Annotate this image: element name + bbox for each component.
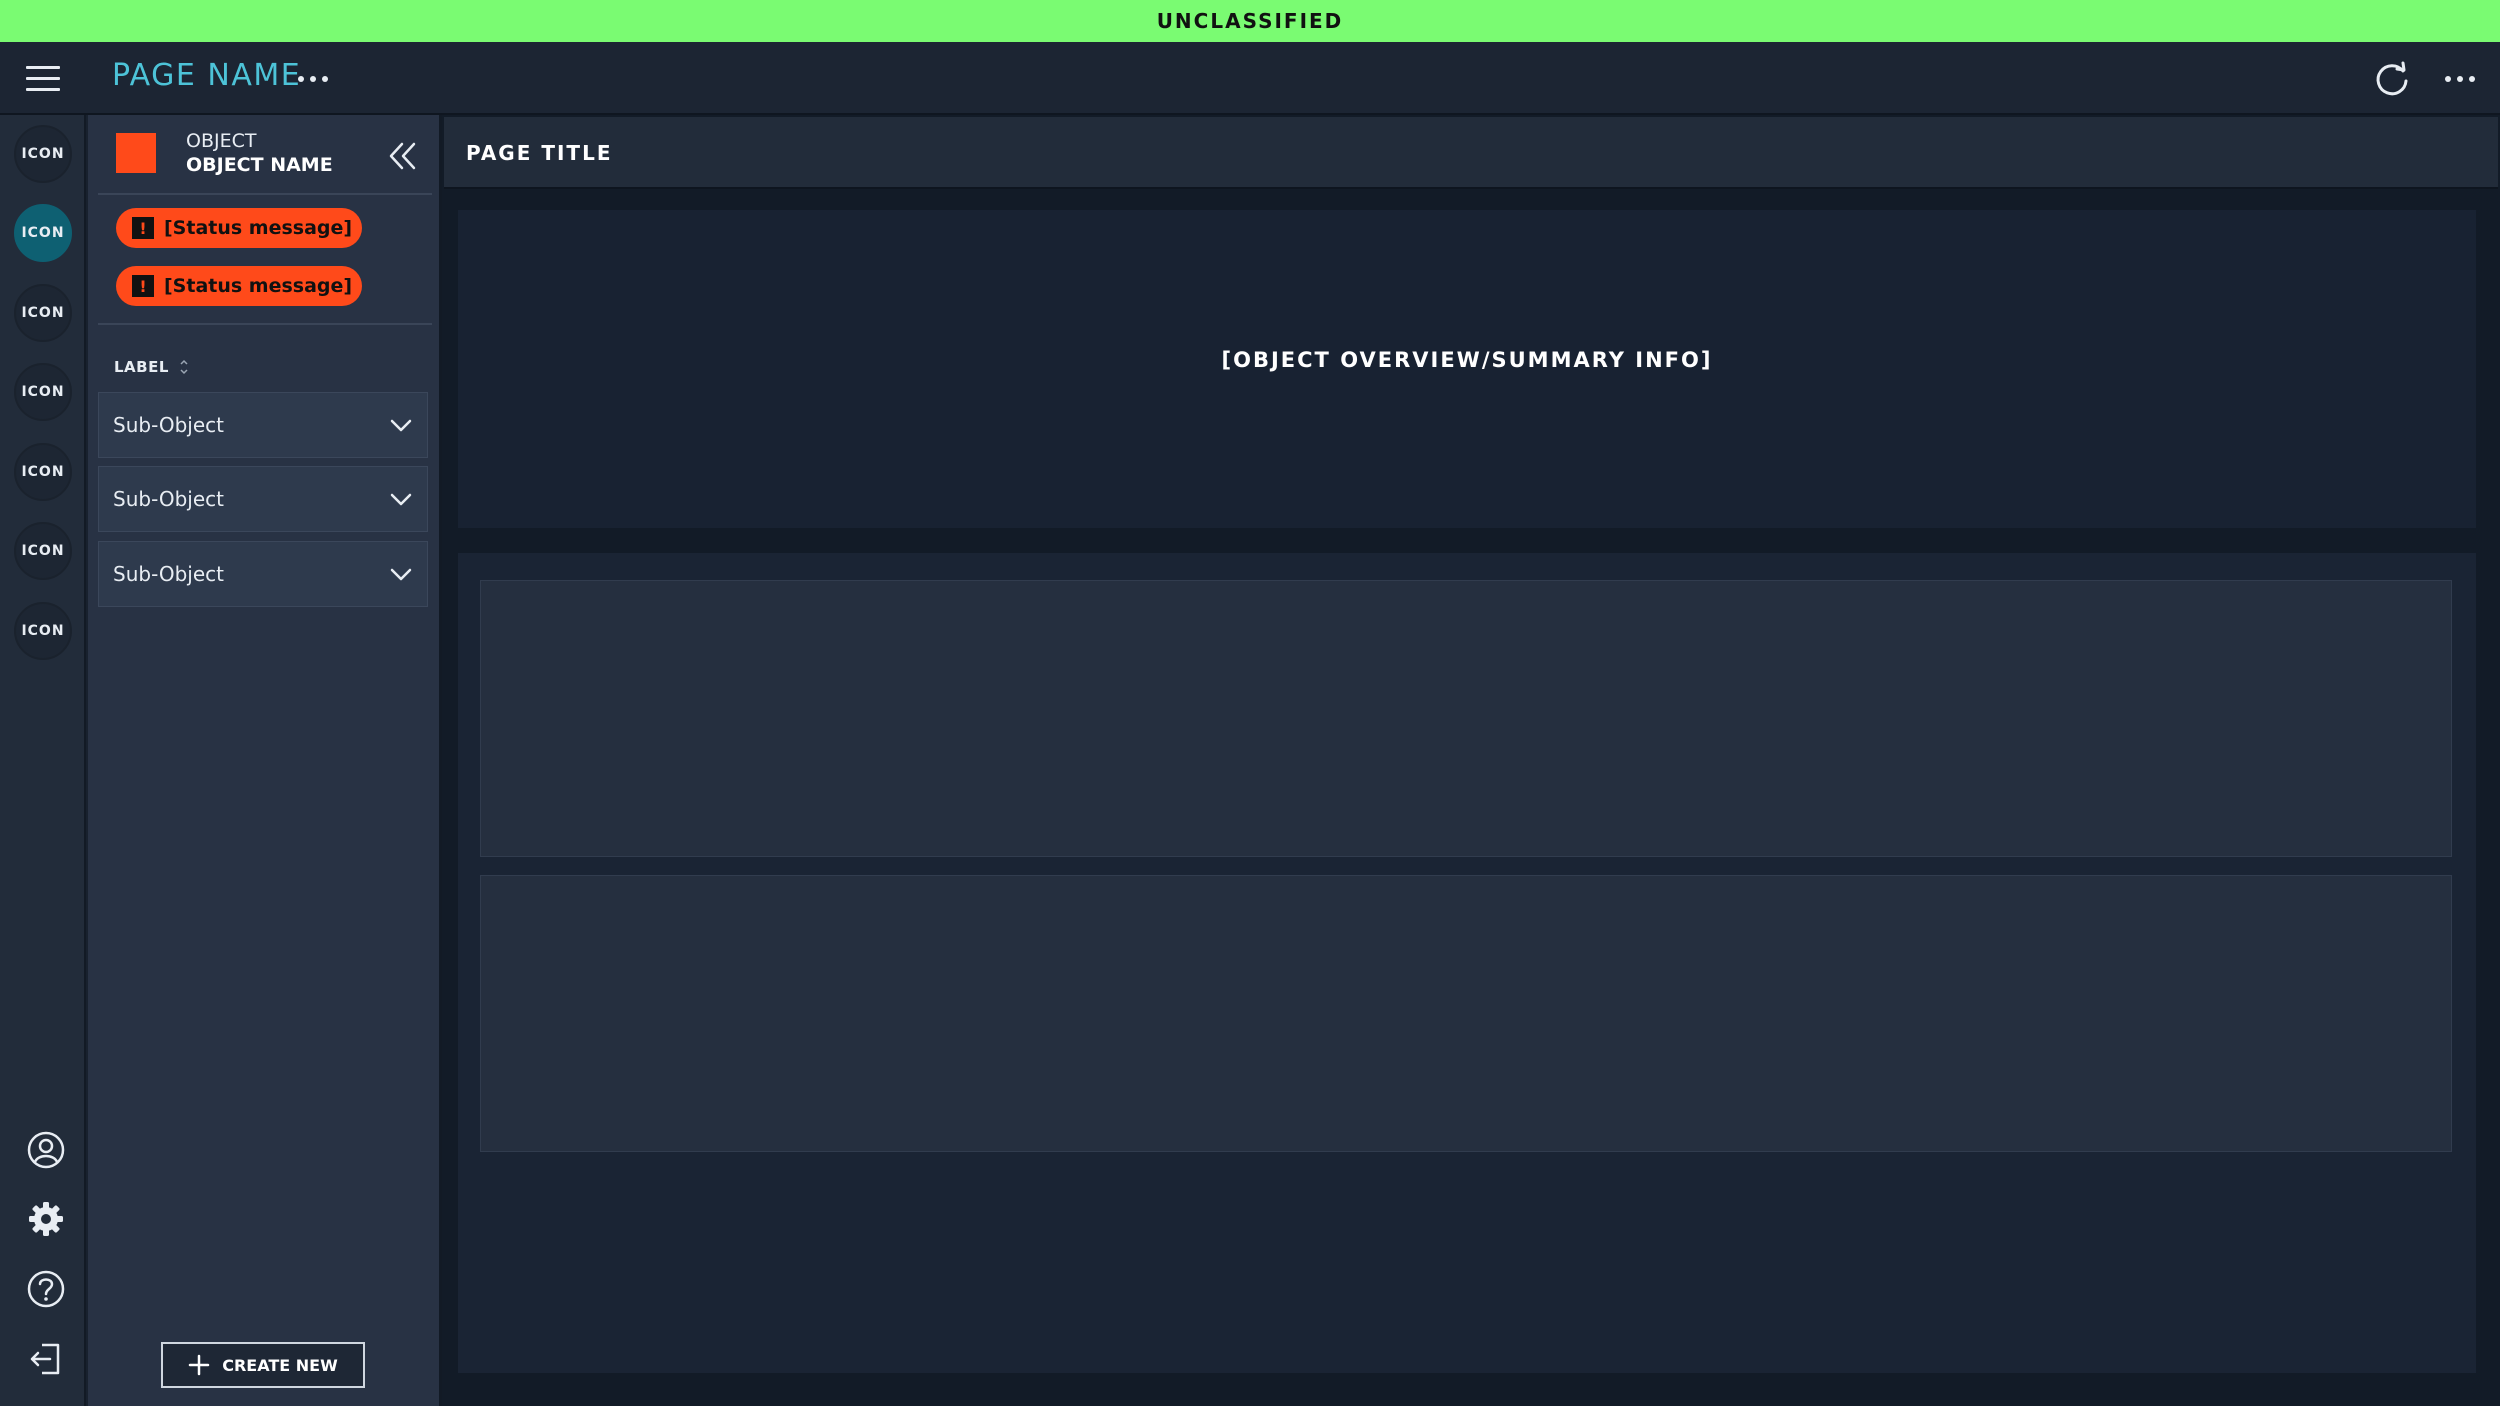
sub-object-label: Sub-Object bbox=[113, 562, 224, 586]
rail-item-label: ICON bbox=[21, 623, 65, 639]
sub-object-label: Sub-Object bbox=[113, 487, 224, 511]
content-card bbox=[480, 580, 2452, 857]
refresh-icon[interactable] bbox=[2372, 59, 2412, 99]
alert-icon: ! bbox=[132, 217, 154, 239]
page-name: PAGE NAME bbox=[112, 58, 302, 93]
object-color-swatch bbox=[116, 133, 156, 173]
content-card bbox=[480, 875, 2452, 1152]
status-badge[interactable]: ! [Status message] bbox=[116, 208, 362, 248]
page-title-bar: PAGE TITLE bbox=[444, 117, 2498, 189]
help-icon[interactable] bbox=[26, 1269, 66, 1309]
classification-banner: UNCLASSIFIED bbox=[0, 0, 2500, 42]
collapse-panel-icon[interactable] bbox=[386, 139, 420, 173]
list-label: LABEL bbox=[114, 358, 169, 376]
status-badge[interactable]: ! [Status message] bbox=[116, 266, 362, 306]
plus-icon bbox=[188, 1354, 210, 1376]
gear-icon[interactable] bbox=[26, 1199, 66, 1239]
rail-item-1[interactable]: ICON bbox=[14, 125, 72, 183]
divider bbox=[98, 323, 432, 325]
object-name: OBJECT NAME bbox=[186, 154, 333, 176]
object-panel: OBJECT OBJECT NAME ! [Status message] ! … bbox=[88, 115, 442, 1406]
rail-item-3[interactable]: ICON bbox=[14, 284, 72, 342]
create-new-label: CREATE NEW bbox=[222, 1355, 338, 1375]
rail-item-6[interactable]: ICON bbox=[14, 522, 72, 580]
object-type: OBJECT bbox=[186, 130, 257, 152]
rail-item-label: ICON bbox=[21, 464, 65, 480]
status-message: [Status message] bbox=[164, 217, 353, 239]
rail-item-label: ICON bbox=[21, 225, 65, 241]
overview-placeholder: [OBJECT OVERVIEW/SUMMARY INFO] bbox=[1221, 348, 1713, 372]
user-icon[interactable] bbox=[26, 1130, 66, 1170]
logout-icon[interactable] bbox=[26, 1339, 66, 1379]
rail-item-label: ICON bbox=[21, 305, 65, 321]
rail-item-5[interactable]: ICON bbox=[14, 443, 72, 501]
sort-label[interactable]: LABEL bbox=[114, 358, 189, 376]
create-new-button[interactable]: CREATE NEW bbox=[161, 1342, 365, 1388]
alert-icon: ! bbox=[132, 275, 154, 297]
more-options-icon[interactable] bbox=[2445, 74, 2475, 84]
sub-object-item[interactable]: Sub-Object bbox=[98, 392, 428, 458]
rail-item-7[interactable]: ICON bbox=[14, 602, 72, 660]
sort-icon bbox=[180, 359, 188, 375]
divider bbox=[98, 193, 432, 195]
rail-item-2[interactable]: ICON bbox=[14, 204, 72, 262]
top-bar: PAGE NAME bbox=[0, 42, 2500, 115]
rail-item-label: ICON bbox=[21, 146, 65, 162]
menu-icon[interactable] bbox=[26, 66, 60, 92]
main-content: PAGE TITLE [OBJECT OVERVIEW/SUMMARY INFO… bbox=[442, 115, 2500, 1406]
object-overview-panel: [OBJECT OVERVIEW/SUMMARY INFO] bbox=[458, 210, 2476, 528]
icon-rail: ICON ICON ICON ICON ICON ICON ICON bbox=[0, 115, 86, 1406]
rail-item-label: ICON bbox=[21, 543, 65, 559]
rail-item-label: ICON bbox=[21, 384, 65, 400]
chevron-down-icon bbox=[390, 493, 412, 506]
classification-label: UNCLASSIFIED bbox=[1156, 9, 1344, 33]
page-name-more-icon[interactable] bbox=[298, 74, 328, 84]
chevron-down-icon bbox=[390, 568, 412, 581]
sub-object-item[interactable]: Sub-Object bbox=[98, 541, 428, 607]
chevron-down-icon bbox=[390, 419, 412, 432]
sub-object-label: Sub-Object bbox=[113, 413, 224, 437]
rail-item-4[interactable]: ICON bbox=[14, 363, 72, 421]
page-title: PAGE TITLE bbox=[466, 141, 613, 165]
status-message: [Status message] bbox=[164, 275, 353, 297]
content-area bbox=[458, 553, 2476, 1373]
sub-object-item[interactable]: Sub-Object bbox=[98, 466, 428, 532]
